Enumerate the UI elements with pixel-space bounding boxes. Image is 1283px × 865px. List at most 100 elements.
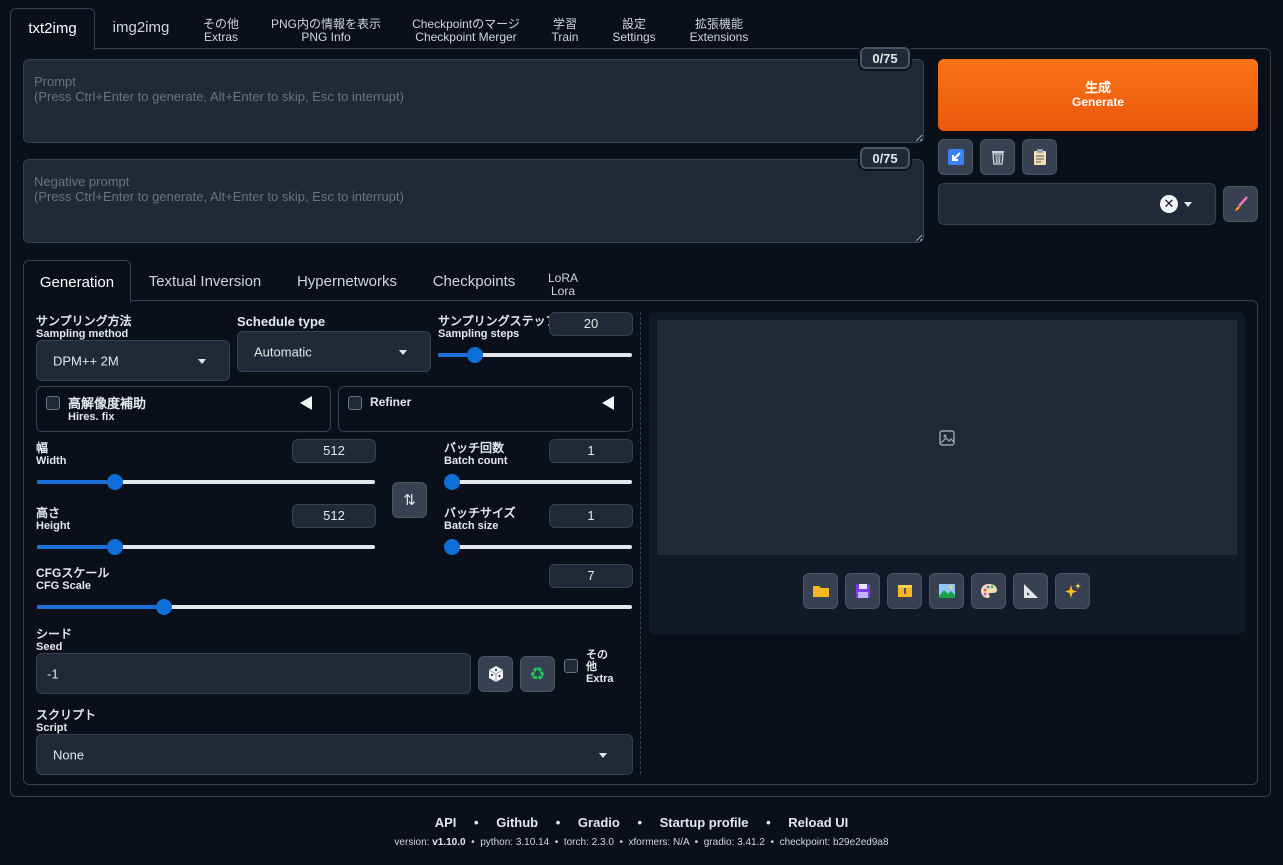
batch-size-slider[interactable]: [444, 539, 632, 555]
send-to-img2img-button[interactable]: [929, 573, 964, 609]
tab-train[interactable]: 学習 Train: [540, 8, 590, 48]
prompt-input[interactable]: [23, 59, 924, 143]
height-label-en: Height: [36, 520, 71, 532]
api-link[interactable]: API: [435, 815, 457, 830]
generate-label-jp: 生成: [1084, 80, 1111, 95]
tab-generation[interactable]: Generation: [23, 260, 131, 302]
refiner-accordion[interactable]: Refiner: [338, 386, 633, 432]
random-seed-button[interactable]: [478, 656, 513, 692]
batch-size-label-en: Batch size: [444, 520, 499, 532]
script-dropdown[interactable]: None: [36, 734, 633, 775]
checkpoint-value: b29e2ed9a8: [832, 837, 889, 848]
tab-hypernetworks-label: Hypernetworks: [296, 273, 398, 290]
width-slider[interactable]: [37, 474, 375, 490]
hires-fix-checkbox[interactable]: [46, 396, 60, 410]
tab-txt2img[interactable]: txt2img: [10, 8, 95, 50]
hires-fix-label-jp: 高解像度補助: [68, 396, 147, 411]
tab-textual-inversion-label: Textual Inversion: [148, 273, 262, 290]
cfg-scale-slider[interactable]: [37, 599, 632, 615]
tab-settings[interactable]: 設定 Settings: [604, 8, 664, 48]
edit-styles-button[interactable]: [1223, 186, 1258, 222]
generate-button[interactable]: 生成 Generate: [938, 59, 1258, 131]
tab-settings-en: Settings: [612, 30, 656, 44]
tab-generation-label: Generation: [39, 274, 115, 291]
gradio-label: gradio:: [703, 837, 735, 848]
footer-sep: •: [770, 837, 774, 848]
recycle-icon: ♻: [529, 663, 546, 684]
apply-styles-button[interactable]: [1022, 139, 1057, 175]
tab-checkpoints[interactable]: Checkpoints: [424, 260, 524, 300]
send-to-extras-button[interactable]: [1013, 573, 1048, 609]
tab-checkpoint-merger[interactable]: Checkpointのマージ Checkpoint Merger: [406, 8, 526, 48]
height-label-jp: 高さ: [36, 506, 61, 520]
reuse-seed-button[interactable]: ♻: [520, 656, 555, 692]
tab-img2img[interactable]: img2img: [100, 8, 182, 48]
tab-lora[interactable]: LoRA Lora: [540, 260, 586, 300]
extra-seed-checkbox[interactable]: [564, 659, 578, 673]
chevron-down-icon: [599, 752, 607, 758]
batch-size-label-jp: バッチサイズ: [444, 506, 516, 520]
tab-train-en: Train: [551, 30, 579, 44]
github-link[interactable]: Github: [496, 815, 538, 830]
width-input[interactable]: 512: [292, 439, 376, 463]
footer-sep: •: [694, 837, 699, 848]
script-label-en: Script: [36, 722, 68, 734]
tab-extras-en: Extras: [203, 30, 238, 44]
swap-dimensions-button[interactable]: ⇅: [392, 482, 427, 518]
height-input[interactable]: 512: [292, 504, 376, 528]
styles-dropdown[interactable]: ✕: [938, 183, 1216, 225]
open-folder-button[interactable]: [803, 573, 838, 609]
prompt-token-counter: 0/75: [860, 47, 910, 69]
cfg-scale-input[interactable]: 7: [549, 564, 633, 588]
batch-size-input[interactable]: 1: [549, 504, 633, 528]
clear-prompt-button[interactable]: [980, 139, 1015, 175]
script-value: None: [53, 747, 85, 762]
version-value: v1.10.0: [432, 837, 466, 848]
tab-hypernetworks[interactable]: Hypernetworks: [288, 260, 406, 300]
hires-fix-accordion[interactable]: 高解像度補助 Hires. fix: [36, 386, 331, 432]
brush-icon: [1234, 196, 1248, 211]
sampling-steps-slider[interactable]: [438, 347, 632, 363]
tab-textual-inversion[interactable]: Textual Inversion: [140, 260, 270, 300]
seed-label-en: Seed: [36, 641, 63, 653]
tab-extensions[interactable]: 拡張機能 Extensions: [682, 8, 756, 48]
sampling-steps-input[interactable]: 20: [549, 312, 633, 336]
startup-profile-link[interactable]: Startup profile: [660, 815, 749, 830]
footer-sep: •: [766, 815, 771, 830]
zip-button[interactable]: [887, 573, 922, 609]
tab-extras[interactable]: その他 Extras: [192, 8, 250, 48]
footer-sep: •: [619, 837, 623, 848]
dice-icon: [488, 666, 503, 682]
collapse-icon[interactable]: [300, 396, 312, 410]
collapse-icon[interactable]: [602, 396, 614, 410]
gradio-link[interactable]: Gradio: [578, 815, 620, 830]
send-to-inpaint-button[interactable]: [971, 573, 1006, 609]
image-placeholder-icon: [939, 430, 955, 446]
refiner-checkbox[interactable]: [348, 396, 362, 410]
tab-png-info-en: PNG Info: [301, 30, 351, 44]
schedule-type-dropdown[interactable]: Automatic: [237, 331, 431, 372]
seed-input[interactable]: -1: [36, 653, 471, 694]
close-icon[interactable]: ✕: [1160, 195, 1178, 213]
column-divider: [640, 312, 641, 774]
save-button[interactable]: [845, 573, 880, 609]
read-params-button[interactable]: [938, 139, 973, 175]
output-image-area: [657, 320, 1237, 555]
reload-ui-link[interactable]: Reload UI: [788, 815, 848, 830]
seed-value: -1: [47, 666, 59, 681]
batch-count-input[interactable]: 1: [549, 439, 633, 463]
negative-prompt-input[interactable]: [23, 159, 924, 243]
footer-sep: •: [637, 815, 643, 830]
height-slider[interactable]: [37, 539, 375, 555]
refiner-label: Refiner: [370, 395, 412, 409]
sampling-method-dropdown[interactable]: DPM++ 2M: [36, 340, 230, 381]
checkpoint-label: checkpoint:: [779, 837, 831, 848]
negative-prompt-token-counter: 0/75: [860, 147, 910, 169]
footer-sep: •: [554, 837, 559, 848]
batch-count-slider[interactable]: [444, 474, 632, 490]
tab-lora-en: Lora: [550, 284, 576, 298]
batch-count-label-en: Batch count: [444, 455, 508, 467]
extras-magic-button[interactable]: [1055, 573, 1090, 609]
footer-links: API • Github • Gradio • Startup profile …: [0, 815, 1283, 830]
tab-png-info[interactable]: PNG内の情報を表示 PNG Info: [262, 8, 390, 48]
